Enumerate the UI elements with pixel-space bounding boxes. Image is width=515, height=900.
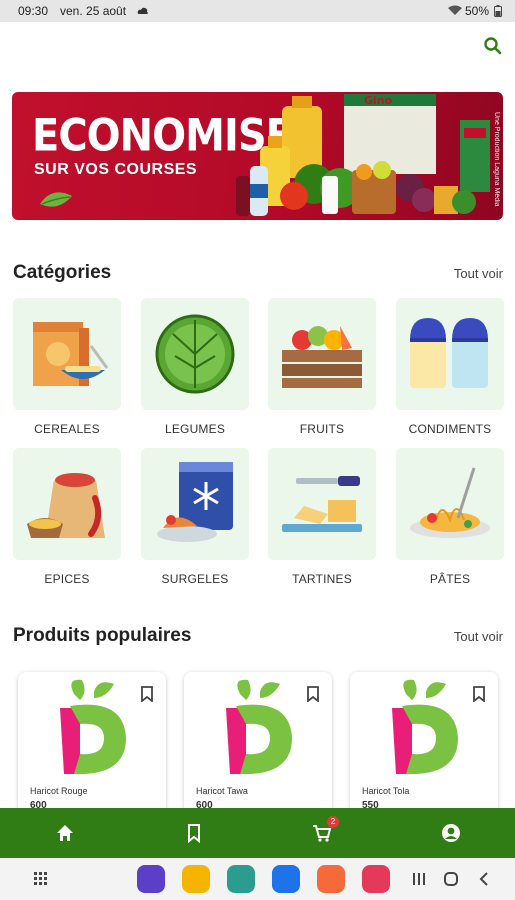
banner-subline: SUR VOS COURSES: [34, 161, 198, 178]
category-tile: [268, 298, 376, 410]
cart-nav-button[interactable]: 2: [311, 816, 339, 844]
category-label: SURGELES: [161, 572, 229, 586]
category-tile: [13, 298, 121, 410]
product-name: Haricot Tola: [362, 786, 410, 796]
category-epices[interactable]: EPICES: [13, 448, 121, 586]
butter-knife-icon: [282, 476, 362, 532]
status-time: 09:30: [18, 4, 49, 18]
category-tile: [141, 298, 249, 410]
salt-pepper-icon: [410, 318, 488, 388]
categories-title: Catégories: [13, 262, 112, 283]
top-bar: [0, 22, 515, 72]
category-label: FRUITS: [299, 422, 345, 436]
messages-app-icon[interactable]: [272, 865, 300, 893]
category-tile: [396, 298, 504, 410]
product-name: Haricot Tawa: [196, 786, 248, 796]
back-icon[interactable]: [476, 871, 492, 887]
cereal-box-icon: [33, 322, 109, 386]
app-grid-icon[interactable]: [34, 872, 48, 886]
cart-count-badge: 2: [327, 816, 339, 828]
bottom-nav: 2: [0, 808, 515, 858]
product-card[interactable]: Haricot Rouge 600: [18, 672, 166, 822]
category-tile: [268, 448, 376, 560]
status-bar: 09:30 ven. 25 août 50%: [0, 0, 515, 22]
category-condiments[interactable]: CONDIMENTS: [396, 298, 504, 436]
category-tile: [396, 448, 504, 560]
category-pates[interactable]: PÂTES: [396, 448, 504, 586]
category-fruits[interactable]: FRUITS: [268, 298, 376, 436]
recents-icon[interactable]: [411, 871, 427, 887]
popular-see-all-link[interactable]: Tout voir: [454, 629, 503, 644]
product-logo: [392, 679, 458, 775]
category-tartines[interactable]: TARTINES: [268, 448, 376, 586]
contacts-app-icon[interactable]: [317, 865, 345, 893]
category-label: PÂTES: [429, 572, 471, 586]
cabbage-icon: [155, 314, 235, 394]
system-nav-bar: [0, 858, 515, 900]
popular-title: Produits populaires: [13, 625, 192, 646]
battery-icon: [494, 5, 502, 17]
category-label: CEREALES: [34, 422, 100, 436]
category-tile: [141, 448, 249, 560]
wifi-icon: [448, 5, 462, 15]
bookmark-icon[interactable]: [472, 686, 486, 702]
banner-side-text: Une Production Laguna Média: [493, 112, 500, 207]
category-label: CONDIMENTS: [408, 422, 492, 436]
category-label: LEGUMES: [164, 422, 226, 436]
categories-see-all-link[interactable]: Tout voir: [454, 266, 503, 281]
cloud-icon: [137, 7, 148, 14]
internet-app-icon[interactable]: [137, 865, 165, 893]
pasta-plate-icon: [410, 467, 490, 538]
bookmark-icon[interactable]: [140, 686, 154, 702]
product-logo: [60, 679, 126, 775]
calendar-app-icon[interactable]: [227, 865, 255, 893]
brand-text: Gino: [364, 94, 393, 107]
search-icon[interactable]: [483, 36, 503, 56]
status-date: ven. 25 août: [60, 4, 127, 18]
category-cereales[interactable]: CEREALES: [13, 298, 121, 436]
category-label: EPICES: [44, 572, 90, 586]
leaf-icon: [40, 192, 72, 207]
product-card[interactable]: Haricot Tola 550: [350, 672, 498, 822]
battery-level: 50%: [465, 4, 490, 18]
product-name: Haricot Rouge: [30, 786, 88, 796]
fruit-crate-icon: [282, 326, 362, 388]
home-system-icon[interactable]: [443, 871, 459, 887]
camera-app-icon[interactable]: [362, 865, 390, 893]
product-card[interactable]: Haricot Tawa 600: [184, 672, 332, 822]
category-surgeles[interactable]: SURGELES: [141, 448, 249, 586]
product-logo: [226, 679, 292, 775]
files-app-icon[interactable]: [182, 865, 210, 893]
home-icon[interactable]: [54, 822, 76, 844]
category-label: TARTINES: [292, 572, 352, 586]
category-legumes[interactable]: LEGUMES: [141, 298, 249, 436]
bookmark-nav-icon[interactable]: [183, 822, 205, 844]
frozen-food-icon: [157, 462, 233, 542]
account-icon[interactable]: [440, 822, 462, 844]
spice-sack-icon: [27, 473, 105, 538]
groceries-image: Gino: [236, 94, 490, 216]
bookmark-icon[interactable]: [306, 686, 320, 702]
category-tile: [13, 448, 121, 560]
promo-banner[interactable]: ECONOMISEZ SUR VOS COURSES Gino Une Prod…: [12, 92, 503, 220]
